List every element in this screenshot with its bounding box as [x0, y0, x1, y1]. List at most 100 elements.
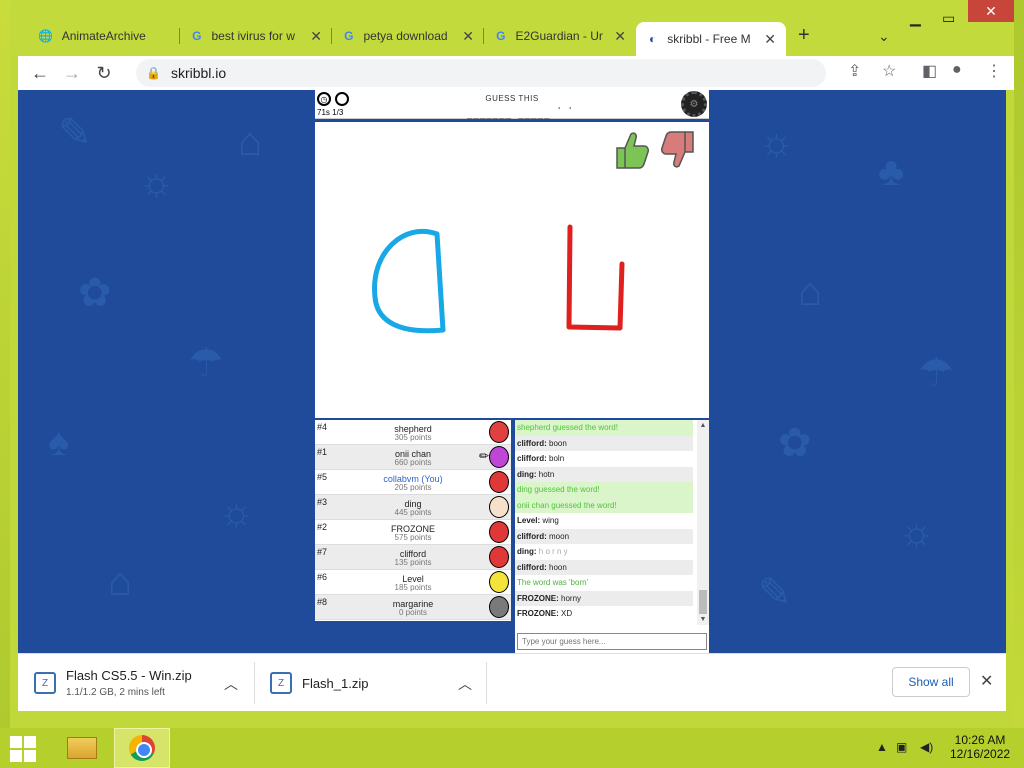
chat-message: The word was 'born' [515, 575, 693, 591]
chat-author: ding: [517, 469, 537, 479]
share-icon[interactable]: ⇪ [848, 61, 861, 81]
maximize-button[interactable]: ▭ [942, 10, 955, 27]
doodle-icon: ☼ [758, 120, 795, 164]
avatar [489, 496, 509, 518]
doodle-icon: ☂ [188, 341, 224, 385]
chat-message: onii chan guessed the word! [515, 497, 693, 513]
network-icon[interactable]: ▣ [896, 740, 907, 754]
settings-gear-icon[interactable]: ⚙ [681, 91, 707, 117]
download-item[interactable]: Z Flash CS5.5 - Win.zip 1.1/1.2 GB, 2 mi… [34, 654, 192, 712]
forward-button[interactable]: → [56, 57, 88, 89]
scroll-down-icon[interactable]: ▼ [697, 616, 709, 623]
doodle-icon: ☼ [138, 160, 175, 204]
reload-button[interactable]: ↻ [88, 57, 120, 89]
chat-text: ding guessed the word! [517, 485, 600, 494]
player-points: 445 points [394, 508, 432, 517]
avatar [489, 446, 509, 468]
player-points: 135 points [394, 558, 432, 567]
chat-author: clifford: [517, 454, 547, 463]
chat-text: h o r n y [538, 547, 568, 556]
chat-message: onii chan is drawing now! [515, 622, 693, 626]
side-panel-icon[interactable]: ◧ [922, 61, 937, 81]
chevron-down-icon[interactable]: ⌄ [878, 28, 890, 45]
drawing-canvas[interactable] [315, 122, 709, 418]
globe-icon: 🌐 [38, 29, 54, 43]
player-points: 185 points [394, 583, 432, 592]
doodle-icon: ✿ [78, 271, 112, 315]
doodle-icon: ✎ [758, 571, 792, 615]
player-row[interactable]: #8 margarine 0 points [315, 595, 511, 620]
player-row[interactable]: #6 Level 185 points [315, 570, 511, 595]
chat-text: boon [549, 438, 567, 448]
new-tab-button[interactable]: + [798, 24, 810, 47]
player-row[interactable]: #5 collabvm (You) 205 points [315, 470, 511, 495]
chat-author: clifford: [517, 531, 547, 541]
drawing-strokes [372, 224, 625, 334]
word-hint: _______ _____ ' ' [467, 106, 574, 120]
url-text: skribbl.io [170, 65, 227, 81]
minimize-button[interactable]: ▁ [910, 10, 921, 27]
chat-text: XD [561, 609, 573, 618]
chat-text: hotn [538, 469, 555, 479]
scroll-thumb[interactable] [699, 590, 707, 614]
tab-title: best ivirus for w [211, 29, 295, 43]
tab-e2guardian[interactable]: G E2Guardian - Ur ✕ [484, 22, 636, 50]
player-row[interactable]: #1 onii chan 660 points ✏ [315, 445, 511, 470]
clock-date: 12/16/2022 [950, 747, 1011, 761]
address-bar[interactable]: 🔒 skribbl.io [136, 59, 826, 87]
close-window-button[interactable]: ✕ [968, 0, 1014, 22]
chat-scrollbar[interactable]: ▲ ▼ [697, 420, 709, 625]
system-clock[interactable]: 10:26 AM 12/16/2022 [950, 733, 1010, 761]
chevron-up-icon[interactable]: ︿ [458, 674, 472, 694]
taskbar: ▲ ▣ ◀) 10:26 AM 12/16/2022 [0, 728, 1024, 768]
tab-title: AnimateArchive [61, 29, 146, 43]
lock-icon: 🔒 [146, 66, 161, 80]
close-icon[interactable]: ✕ [310, 28, 322, 45]
chat-message: FROZONE: XD [515, 606, 693, 622]
chat-message: clifford: moon [515, 528, 693, 544]
tab-skribbl[interactable]: ◐ skribbl - Free M ✕ [636, 22, 786, 56]
player-row[interactable]: #7 clifford 135 points [315, 545, 511, 570]
menu-icon[interactable]: ⋮ [986, 61, 1002, 81]
player-row[interactable]: #3 ding 445 points [315, 495, 511, 520]
download-item[interactable]: Z Flash_1.zip [270, 654, 368, 712]
chat-message: ding: h o r n y [515, 544, 693, 560]
chat-author: ding: [517, 547, 537, 556]
doodle-icon: ☂ [918, 351, 954, 395]
chat-message: clifford: boln [515, 451, 693, 467]
divider [254, 662, 255, 704]
chevron-up-icon[interactable]: ︿ [224, 674, 238, 694]
skribbl-icon: ◐ [648, 32, 657, 46]
guess-input[interactable] [517, 633, 707, 650]
show-all-button[interactable]: Show all [892, 667, 970, 697]
volume-icon[interactable]: ◀) [920, 740, 933, 754]
close-icon[interactable]: ✕ [462, 28, 474, 45]
close-icon[interactable]: ✕ [614, 28, 626, 45]
chat-author: clifford: [517, 562, 547, 572]
tab-title: skribbl - Free M [667, 32, 751, 46]
tab-petya[interactable]: G petya download ✕ [332, 22, 484, 50]
scroll-up-icon[interactable]: ▲ [697, 422, 709, 429]
chat-message: FROZONE: horny [515, 590, 693, 606]
back-button[interactable]: ← [24, 57, 56, 89]
divider [486, 662, 487, 704]
show-hidden-icons[interactable]: ▲ [876, 740, 888, 754]
close-icon[interactable]: ✕ [764, 31, 776, 48]
player-row[interactable]: #4 shepherd 305 points [315, 420, 511, 445]
chat-text: wing [542, 516, 559, 525]
page-viewport: ✎ ☼ ⌂ ✿ ☂ ♠ ☼ ⌂ ☼ ♣ ⌂ ☂ ✿ ☼ ✎ ◷ 71s 1/3 … [18, 90, 1006, 653]
chat-text: horny [561, 593, 582, 603]
player-row[interactable]: #2 FROZONE 575 points [315, 520, 511, 545]
chat-text: moon [549, 531, 570, 541]
close-icon[interactable]: ✕ [980, 671, 993, 691]
profile-icon[interactable]: ● [952, 61, 962, 79]
player-points: 205 points [394, 483, 432, 492]
chat-panel: shepherd guessed the word! clifford: boon… [515, 420, 709, 653]
tab-animatearchive[interactable]: 🌐 AnimateArchive [28, 22, 180, 50]
bookmark-star-icon[interactable]: ☆ [882, 61, 896, 81]
doodle-icon: ♣ [878, 150, 905, 194]
windows-start-button[interactable] [10, 736, 36, 762]
chrome-taskbar-button[interactable] [114, 728, 170, 768]
tab-best-ivirus[interactable]: G best ivirus for w ✕ [180, 22, 332, 50]
file-explorer-button[interactable] [54, 728, 110, 768]
